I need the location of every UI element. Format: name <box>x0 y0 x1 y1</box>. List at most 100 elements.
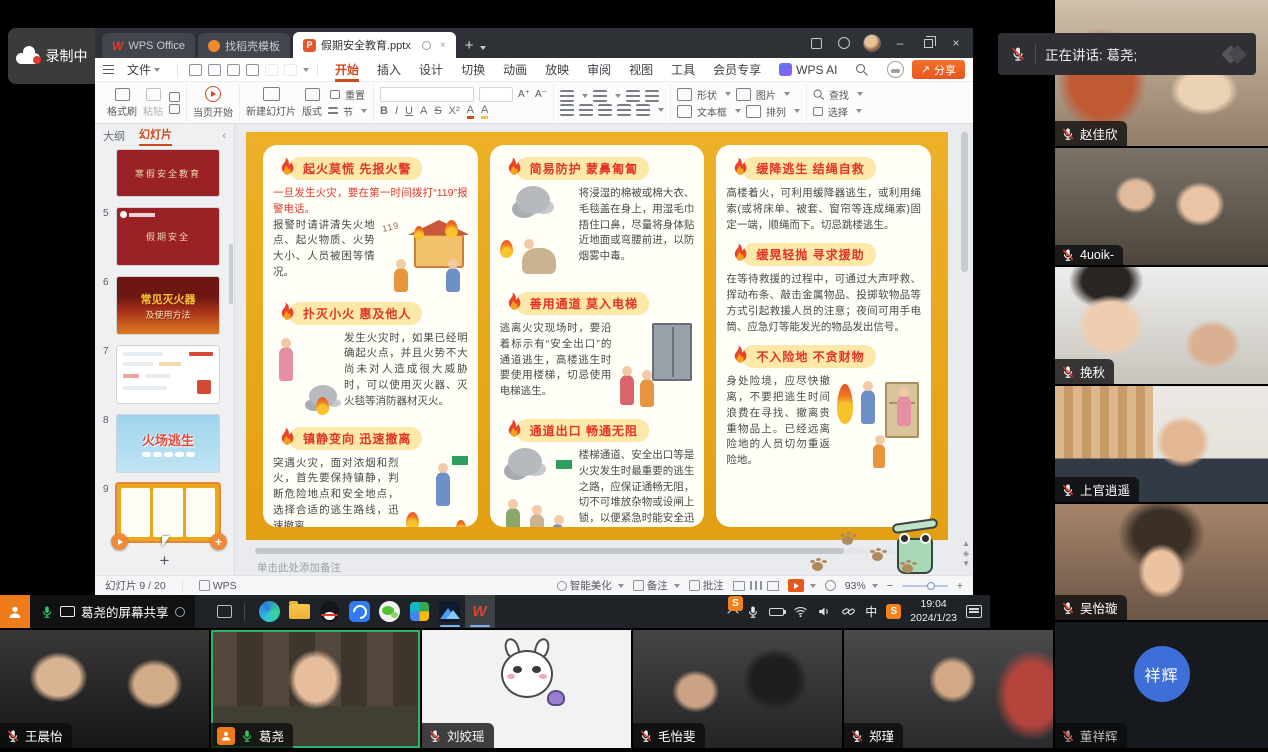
font-size-select[interactable] <box>479 87 513 102</box>
taskbar-app-netdisk[interactable] <box>345 595 375 628</box>
menu-tools[interactable]: 工具 <box>662 58 704 82</box>
layout-button[interactable]: 版式 <box>302 88 322 118</box>
reset-button[interactable]: 重置 <box>330 87 365 102</box>
share-button[interactable]: ↗分享 <box>912 60 965 79</box>
taskbar-app-wps[interactable]: W <box>465 595 495 628</box>
bullets-button[interactable] <box>560 90 574 102</box>
participant-video-zhengjin[interactable]: 郑瑾 <box>844 630 1053 748</box>
new-tab-button[interactable]: + <box>465 37 474 54</box>
menu-wps-ai[interactable]: WPS AI <box>770 58 846 82</box>
bold-button[interactable]: B <box>380 105 388 117</box>
taskbar-app-edge[interactable] <box>255 595 285 628</box>
menu-slideshow[interactable]: 放映 <box>536 58 578 82</box>
tab-docer-templates[interactable]: 找稻壳模板 <box>198 33 290 58</box>
participant-video-wangchenyi[interactable]: 王晨怡 <box>0 630 209 748</box>
add-slide-button[interactable]: + <box>95 551 234 571</box>
task-view-button[interactable] <box>217 605 232 618</box>
vertical-scrollbar[interactable] <box>961 132 968 534</box>
participant-video-dongxianghui[interactable]: 祥辉 董祥辉 <box>1055 622 1268 748</box>
textbox-button[interactable]: 文本框排列 <box>677 104 800 119</box>
notes-button[interactable]: 备注 <box>633 578 680 593</box>
menu-home[interactable]: 开始 <box>326 58 368 82</box>
output-icon[interactable] <box>208 64 221 76</box>
taskbar-app-wechat[interactable] <box>375 595 405 628</box>
menu-animation[interactable]: 动画 <box>494 58 536 82</box>
slide-editor[interactable]: 起火莫慌 先报火警 一旦发生火灾，要在第一时间拨打“119”报警电话。 119 … <box>246 132 948 540</box>
participant-video-4uoik[interactable]: 4uoik- <box>1055 148 1268 265</box>
participant-video-wanqiu[interactable]: 挽秋 <box>1055 267 1268 384</box>
slide-thumb-6[interactable]: 6 常见灭火器及使用方法 <box>117 277 234 334</box>
char-spacing-button[interactable]: A <box>420 105 427 117</box>
notification-center-icon[interactable] <box>966 605 982 618</box>
panel-tab-outline[interactable]: 大纲 <box>103 128 125 144</box>
taskbar-app-meeting[interactable] <box>435 595 465 628</box>
align-right-button[interactable] <box>598 104 612 116</box>
preview-icon[interactable] <box>246 64 259 76</box>
tab-close-icon[interactable]: × <box>440 40 446 51</box>
menu-insert[interactable]: 插入 <box>368 58 410 82</box>
participant-video-shangguanxiaoyao[interactable]: 上官逍遥 <box>1055 386 1268 502</box>
new-slide-button[interactable]: 新建幻灯片 <box>246 87 296 118</box>
align-center-button[interactable] <box>579 104 593 116</box>
comments-button[interactable]: 批注 <box>689 578 724 593</box>
sidebar-toggle-icon[interactable] <box>803 31 829 55</box>
panel-scrollbar[interactable] <box>229 244 233 304</box>
font-family-select[interactable] <box>380 87 474 102</box>
slide-thumb-4[interactable]: 寒假安全教育 <box>117 150 234 196</box>
taskbar-app-explorer[interactable] <box>285 595 315 628</box>
slide-thumb-8[interactable]: 8 火场逃生 <box>117 415 234 472</box>
slide-nav-buttons[interactable]: ▲◈▼ <box>962 540 970 568</box>
zoom-out-button[interactable]: − <box>887 580 893 592</box>
wifi-icon[interactable] <box>793 604 808 619</box>
menu-file[interactable]: 文件 <box>118 58 169 82</box>
menu-view[interactable]: 视图 <box>620 58 662 82</box>
quick-add-slide-button[interactable]: + <box>210 533 227 550</box>
slideshow-button[interactable] <box>788 579 816 592</box>
undo-icon[interactable] <box>265 64 278 76</box>
view-mode-buttons[interactable] <box>733 581 779 591</box>
wps-note-indicator[interactable]: WPS <box>199 580 237 592</box>
history-chevron-icon[interactable] <box>303 68 309 72</box>
link-icon[interactable] <box>841 604 856 619</box>
menu-design[interactable]: 设计 <box>410 58 452 82</box>
notes-placeholder[interactable]: 单击此处添加备注 <box>257 560 341 575</box>
underline-button[interactable]: U <box>405 105 413 117</box>
restore-button[interactable] <box>915 31 941 55</box>
play-from-current-button[interactable]: 当页开始 <box>193 86 233 119</box>
paste-button[interactable]: 粘贴 <box>143 88 163 118</box>
zoom-slider[interactable] <box>902 585 948 587</box>
recording-indicator[interactable]: 录制中 <box>8 28 95 84</box>
participant-video-geyao-speaking[interactable]: 葛尧 <box>211 630 420 748</box>
taskbar-clock[interactable]: 19:042024/1/23 <box>910 598 957 624</box>
font-shrink-button[interactable]: A⁻ <box>535 89 547 100</box>
find-button[interactable]: 查找 <box>813 87 863 102</box>
menu-review[interactable]: 审阅 <box>578 58 620 82</box>
slide-thumb-5[interactable]: 5 假期安全 <box>117 208 234 265</box>
screen-share-pill[interactable]: 葛尧的屏幕共享 <box>30 595 195 628</box>
meeting-app-badge[interactable] <box>0 595 30 628</box>
participant-video-wuyixuan[interactable]: 吴怡璇 <box>1055 504 1268 620</box>
redo-icon[interactable] <box>284 64 297 76</box>
search-button[interactable] <box>847 58 876 82</box>
shape-button[interactable]: 形状图片 <box>677 87 790 102</box>
panel-tab-slides[interactable]: 幻灯片 <box>139 126 172 146</box>
highlight-color-button[interactable]: A <box>481 104 488 119</box>
smart-beautify-button[interactable]: 智能美化 <box>557 578 624 593</box>
font-color-button[interactable]: A <box>467 104 474 119</box>
align-left-button[interactable] <box>560 104 574 116</box>
fit-slide-button[interactable] <box>825 580 836 591</box>
italic-button[interactable]: I <box>395 105 398 117</box>
cloud-sync-icon[interactable] <box>887 61 904 78</box>
menu-transition[interactable]: 切换 <box>452 58 494 82</box>
cut-copy-buttons[interactable] <box>169 92 180 114</box>
tray-mic-icon[interactable] <box>746 605 760 619</box>
format-painter-button[interactable]: 格式刷 <box>107 88 137 118</box>
zoom-in-button[interactable]: + <box>957 580 963 592</box>
select-button[interactable]: 选择 <box>813 104 862 119</box>
slide-thumb-7[interactable]: 7 <box>117 346 234 403</box>
superscript-button[interactable]: X² <box>449 105 460 117</box>
horizontal-scrollbar[interactable] <box>255 548 895 554</box>
account-avatar[interactable] <box>859 31 885 55</box>
panel-collapse-icon[interactable]: ‹ <box>222 130 226 142</box>
tab-wps-office[interactable]: W WPS Office <box>102 33 195 58</box>
